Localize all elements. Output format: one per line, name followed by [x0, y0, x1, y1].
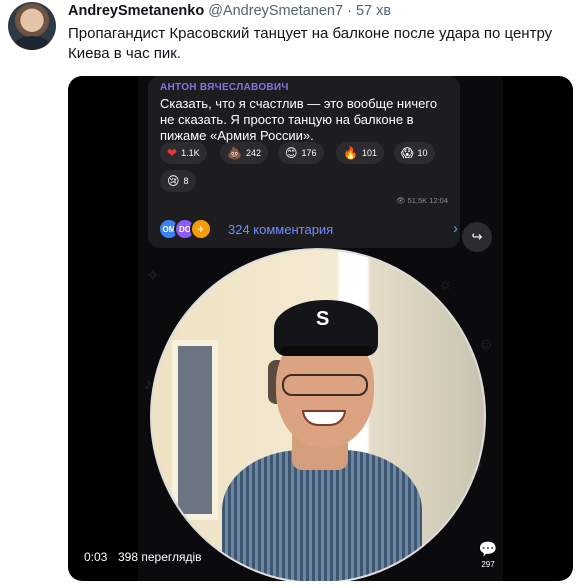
- tweet-video[interactable]: ✧ ☼ ☺ ♪ ✿ АНТОН ВЯЧЕСЛАВОВИЧ Сказать, чт…: [68, 76, 573, 581]
- reaction-sad[interactable]: 😢 8: [160, 170, 196, 192]
- comments-link[interactable]: OM DO ✈ 324 комментария ›: [158, 216, 458, 244]
- round-video-message[interactable]: S: [150, 248, 486, 581]
- share-icon[interactable]: ↪: [462, 222, 492, 252]
- video-comments-badge[interactable]: 💬 297: [474, 542, 502, 576]
- reaction-fire[interactable]: 🔥 101: [336, 142, 384, 164]
- tweet-text: Пропагандист Красовский танцует на балко…: [68, 25, 553, 62]
- reaction-count: 10: [417, 148, 428, 158]
- message-text: Сказать, что я счастлив — это вообще нич…: [160, 96, 438, 143]
- author-name[interactable]: AndreySmetanenko: [68, 3, 204, 19]
- comment-count: 297: [481, 560, 495, 569]
- author-handle[interactable]: @AndreySmetanen7: [208, 3, 343, 19]
- message-author: АНТОН ВЯЧЕСЛАВОВИЧ: [160, 82, 289, 93]
- reaction-count: 242: [245, 148, 261, 158]
- scream-face-icon: 😱: [401, 146, 414, 160]
- reaction-blush[interactable]: 😊 176: [278, 142, 324, 164]
- reaction-heart[interactable]: ❤ 1.1K: [160, 142, 207, 164]
- reaction-count: 101: [361, 148, 377, 158]
- video-elapsed-time: 0:03: [84, 550, 108, 564]
- commenter-avatar: ✈: [190, 218, 212, 240]
- tweet-timestamp[interactable]: 57 хв: [356, 3, 391, 19]
- telegram-message-card: АНТОН ВЯЧЕСЛАВОВИЧ Сказать, что я счастл…: [148, 76, 460, 248]
- poop-icon: 💩: [227, 146, 242, 160]
- comment-bubble-icon: 💬: [478, 541, 498, 558]
- reaction-count: 8: [183, 176, 189, 186]
- reaction-count: 176: [301, 148, 317, 158]
- separator-dot: ·: [347, 3, 352, 19]
- message-views-time: 👁 51,5K 12:04: [395, 196, 448, 205]
- reaction-scream[interactable]: 😱 10: [394, 142, 435, 164]
- tweet[interactable]: AndreySmetanenko @AndreySmetanen7 · 57 х…: [0, 0, 583, 588]
- comments-count[interactable]: 324 комментария: [228, 222, 333, 237]
- blush-face-icon: 😊: [285, 146, 298, 160]
- reaction-poop[interactable]: 💩 242: [220, 142, 268, 164]
- author-avatar[interactable]: [8, 2, 56, 50]
- chevron-right-icon: ›: [453, 220, 458, 237]
- fire-icon: 🔥: [343, 146, 358, 160]
- heart-icon: ❤: [167, 146, 178, 160]
- reaction-count: 1.1K: [181, 148, 200, 158]
- telegram-screenshot: ✧ ☼ ☺ ♪ ✿ АНТОН ВЯЧЕСЛАВОВИЧ Сказать, чт…: [138, 76, 503, 581]
- cap-logo-icon: S: [316, 308, 330, 330]
- sad-face-icon: 😢: [167, 174, 180, 188]
- video-view-count: 398 переглядів: [118, 550, 202, 564]
- tweet-header: AndreySmetanenko @AndreySmetanen7 · 57 х…: [68, 3, 391, 19]
